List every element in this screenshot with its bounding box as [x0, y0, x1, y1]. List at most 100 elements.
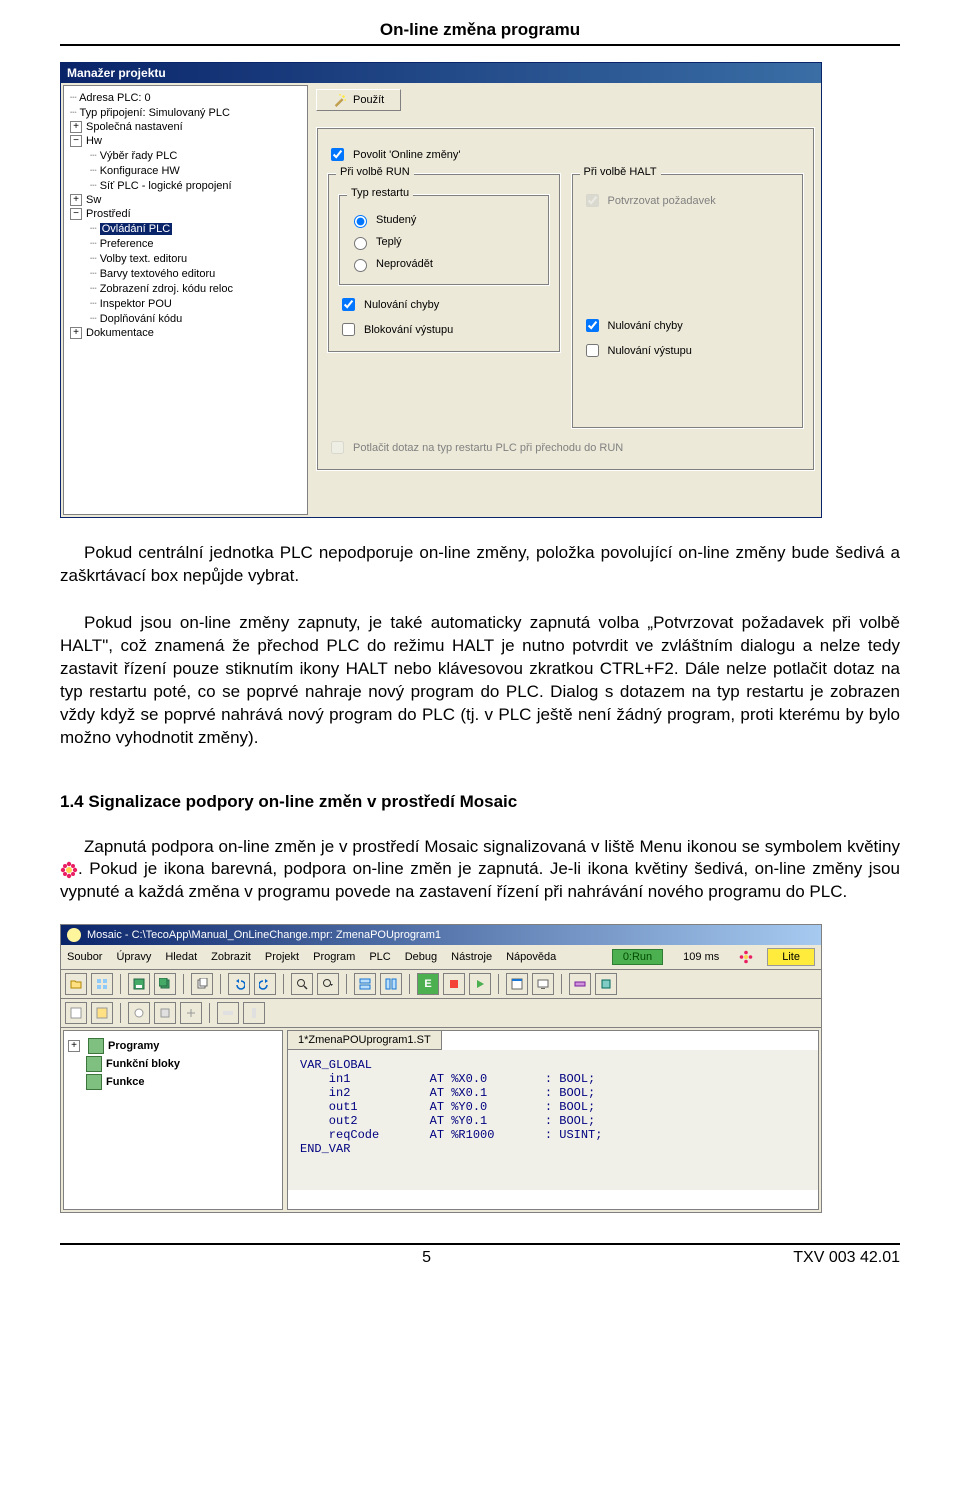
halt-clear-error-checkbox[interactable]	[586, 319, 599, 332]
source-code[interactable]: VAR_GLOBAL in1 AT %X0.0 : BOOL; in2 AT %…	[288, 1050, 818, 1190]
tree-functions[interactable]: Funkce	[106, 1076, 145, 1088]
stop-icon[interactable]	[443, 973, 465, 995]
halt-clear-output-label: Nulování výstupu	[608, 345, 692, 357]
tree-item[interactable]: Hw	[86, 135, 102, 147]
tree-item[interactable]: Barvy textového editoru	[100, 268, 216, 280]
toolbar-icon[interactable]	[65, 1002, 87, 1024]
menu-view[interactable]: Zobrazit	[211, 951, 251, 963]
save-icon[interactable]	[128, 973, 150, 995]
tree-item[interactable]: Preference	[100, 238, 154, 250]
menu-edit[interactable]: Úpravy	[116, 951, 151, 963]
restart-warm-radio[interactable]	[354, 237, 367, 250]
tree-item[interactable]: Volby text. editoru	[100, 253, 187, 265]
toolbar-icon[interactable]	[128, 1002, 150, 1024]
collapse-icon[interactable]: −	[70, 208, 82, 220]
tree-programs[interactable]: Programy	[108, 1040, 159, 1052]
toolbar-icon[interactable]	[180, 1002, 202, 1024]
open-file-icon[interactable]	[65, 973, 87, 995]
play-icon[interactable]	[469, 973, 491, 995]
tree-item[interactable]: Dokumentace	[86, 327, 154, 339]
dialog-titlebar: Manažer projektu	[61, 63, 821, 83]
tree-item[interactable]: Sw	[86, 194, 101, 206]
run-clear-error-checkbox[interactable]	[342, 298, 355, 311]
project-tree-pane[interactable]: + Programy Funkční bloky Funkce	[63, 1030, 283, 1210]
toolbar-icon[interactable]	[595, 973, 617, 995]
tree-item[interactable]: Zobrazení zdroj. kódu reloc	[100, 283, 233, 295]
paragraph-3: Zapnutá podpora on-line změn je v prostř…	[60, 836, 900, 905]
tree-item[interactable]: Prostředí	[86, 208, 131, 220]
collapse-icon[interactable]: −	[70, 135, 82, 147]
enable-online-changes-checkbox[interactable]	[331, 148, 344, 161]
editor-pane: 1*ZmenaPOUprogram1.ST VAR_GLOBAL in1 AT …	[287, 1030, 819, 1210]
halt-confirm-checkbox	[586, 194, 599, 207]
toolbar-icon[interactable]	[91, 1002, 113, 1024]
tree-item[interactable]: Inspektor POU	[100, 298, 172, 310]
tree-item[interactable]: Adresa PLC: 0	[79, 92, 151, 104]
doc-id: TXV 003 42.01	[793, 1249, 900, 1267]
tree-item[interactable]: Konfigurace HW	[100, 165, 180, 177]
tree-item[interactable]: Síť PLC - logické propojení	[100, 180, 232, 192]
tree-item-selected[interactable]: Ovládání PLC	[100, 223, 172, 235]
section-heading: 1.4 Signalizace podpory on-line změn v p…	[60, 792, 900, 812]
tile-h-icon[interactable]	[354, 973, 376, 995]
toolbar-icon[interactable]	[569, 973, 591, 995]
tree-item[interactable]: Doplňování kódu	[100, 313, 183, 325]
menu-find[interactable]: Hledat	[165, 951, 197, 963]
expand-icon[interactable]: +	[68, 1040, 80, 1052]
editor-tab[interactable]: 1*ZmenaPOUprogram1.ST	[288, 1031, 442, 1050]
restart-type-legend: Typ restartu	[347, 187, 413, 199]
menu-tools[interactable]: Nástroje	[451, 951, 492, 963]
tree-item[interactable]: Typ připojení: Simulovaný PLC	[79, 107, 229, 119]
tree-function-blocks[interactable]: Funkční bloky	[106, 1058, 180, 1070]
save-all-icon[interactable]	[154, 973, 176, 995]
toolbar-icon[interactable]	[217, 1002, 239, 1024]
lite-badge: Lite	[767, 948, 815, 966]
block-icon	[86, 1056, 102, 1072]
menu-help[interactable]: Nápověda	[506, 951, 556, 963]
run-block-output-checkbox[interactable]	[342, 323, 355, 336]
toolbar-2	[61, 999, 821, 1028]
restart-none-radio[interactable]	[354, 259, 367, 272]
window-icon[interactable]	[506, 973, 528, 995]
green-e-icon[interactable]: E	[417, 973, 439, 995]
menu-debug[interactable]: Debug	[405, 951, 437, 963]
menu-project[interactable]: Projekt	[265, 951, 299, 963]
mosaic-app-icon	[67, 928, 81, 942]
settings-tree[interactable]: Adresa PLC: 0 Typ připojení: Simulovaný …	[63, 85, 308, 515]
toolbar-icon[interactable]	[154, 1002, 176, 1024]
tree-item[interactable]: Výběr řady PLC	[100, 150, 178, 162]
flower-icon[interactable]	[739, 950, 753, 964]
menu-file[interactable]: Soubor	[67, 951, 102, 963]
restart-none-label: Neprovádět	[376, 258, 433, 270]
copy-icon[interactable]	[191, 973, 213, 995]
enable-online-label: Povolit 'Online změny'	[353, 149, 461, 161]
expand-icon[interactable]: +	[70, 327, 82, 339]
undo-icon[interactable]	[228, 973, 250, 995]
toolbar-1: E	[61, 970, 821, 999]
expand-icon[interactable]: +	[70, 194, 82, 206]
toolbar-icon[interactable]	[243, 1002, 265, 1024]
expand-icon[interactable]: +	[70, 121, 82, 133]
find-icon[interactable]	[291, 973, 313, 995]
halt-clear-error-label: Nulování chyby	[608, 320, 683, 332]
cycle-time: 109 ms	[677, 950, 725, 964]
menu-plc[interactable]: PLC	[369, 951, 390, 963]
page-number: 5	[422, 1249, 431, 1267]
monitor-icon[interactable]	[532, 973, 554, 995]
app-title: Mosaic - C:\TecoApp\Manual_OnLineChange.…	[87, 929, 441, 941]
tree-item[interactable]: Společná nastavení	[86, 121, 183, 133]
halt-clear-output-checkbox[interactable]	[586, 344, 599, 357]
apply-button[interactable]: Použít	[316, 89, 401, 111]
mosaic-app-window: Mosaic - C:\TecoApp\Manual_OnLineChange.…	[60, 924, 822, 1213]
flower-icon	[60, 861, 78, 879]
project-manager-dialog: Manažer projektu Adresa PLC: 0 Typ připo…	[60, 62, 822, 518]
grid-icon[interactable]	[91, 973, 113, 995]
tile-v-icon[interactable]	[380, 973, 402, 995]
function-icon	[86, 1074, 102, 1090]
redo-icon[interactable]	[254, 973, 276, 995]
programs-icon	[88, 1038, 104, 1054]
find-next-icon[interactable]	[317, 973, 339, 995]
restart-cold-radio[interactable]	[354, 215, 367, 228]
run-clear-error-label: Nulování chyby	[364, 299, 439, 311]
menu-program[interactable]: Program	[313, 951, 355, 963]
